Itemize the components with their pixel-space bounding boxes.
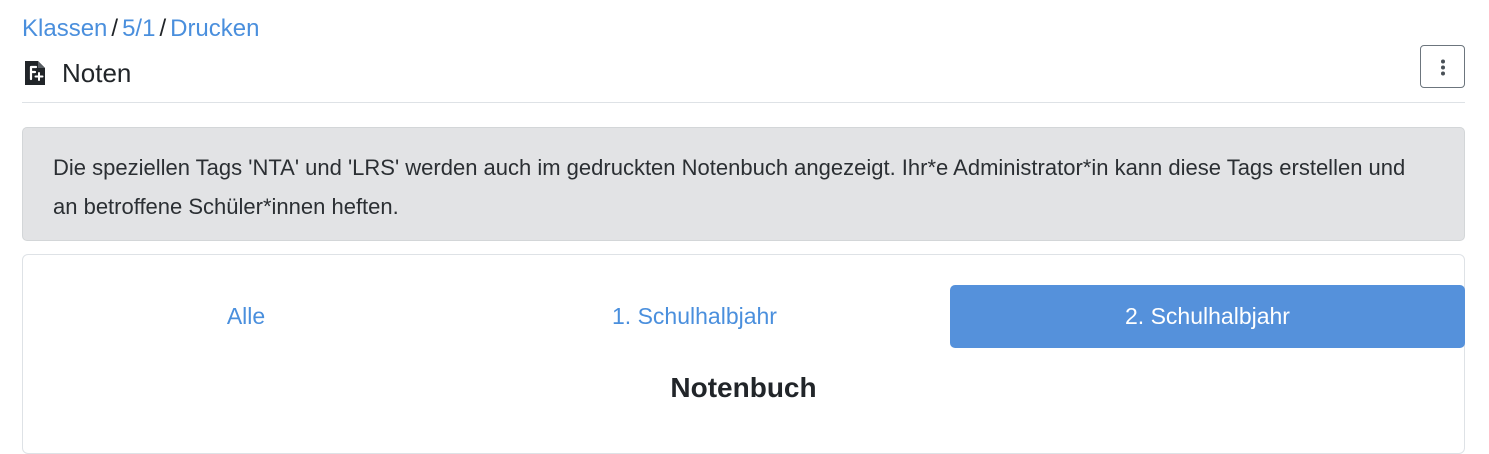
page-header: Noten: [22, 45, 1465, 103]
breadcrumb-separator: /: [159, 15, 167, 42]
info-alert: Die speziellen Tags 'NTA' und 'LRS' werd…: [22, 127, 1465, 241]
breadcrumb: Klassen/5/1/Drucken: [22, 14, 259, 44]
kebab-menu-icon: [1441, 59, 1445, 76]
tab-alle[interactable]: Alle: [31, 285, 461, 348]
tab-schulhalbjahr-2[interactable]: 2. Schulhalbjahr: [950, 285, 1465, 348]
breadcrumb-separator: /: [111, 15, 119, 42]
page-title: Noten: [62, 58, 132, 88]
grade-document-icon: [24, 60, 46, 86]
section-title: Notenbuch: [670, 372, 817, 403]
info-alert-text: Die speziellen Tags 'NTA' und 'LRS' werd…: [53, 155, 1406, 219]
breadcrumb-link-drucken[interactable]: Drucken: [170, 15, 259, 42]
tab-schulhalbjahr-1[interactable]: 1. Schulhalbjahr: [461, 285, 928, 348]
print-card: Alle 1. Schulhalbjahr 2. Schulhalbjahr N…: [22, 254, 1465, 454]
breadcrumb-link-class[interactable]: 5/1: [122, 15, 155, 42]
more-options-button[interactable]: [1420, 45, 1465, 88]
breadcrumb-link-klassen[interactable]: Klassen: [22, 15, 107, 42]
